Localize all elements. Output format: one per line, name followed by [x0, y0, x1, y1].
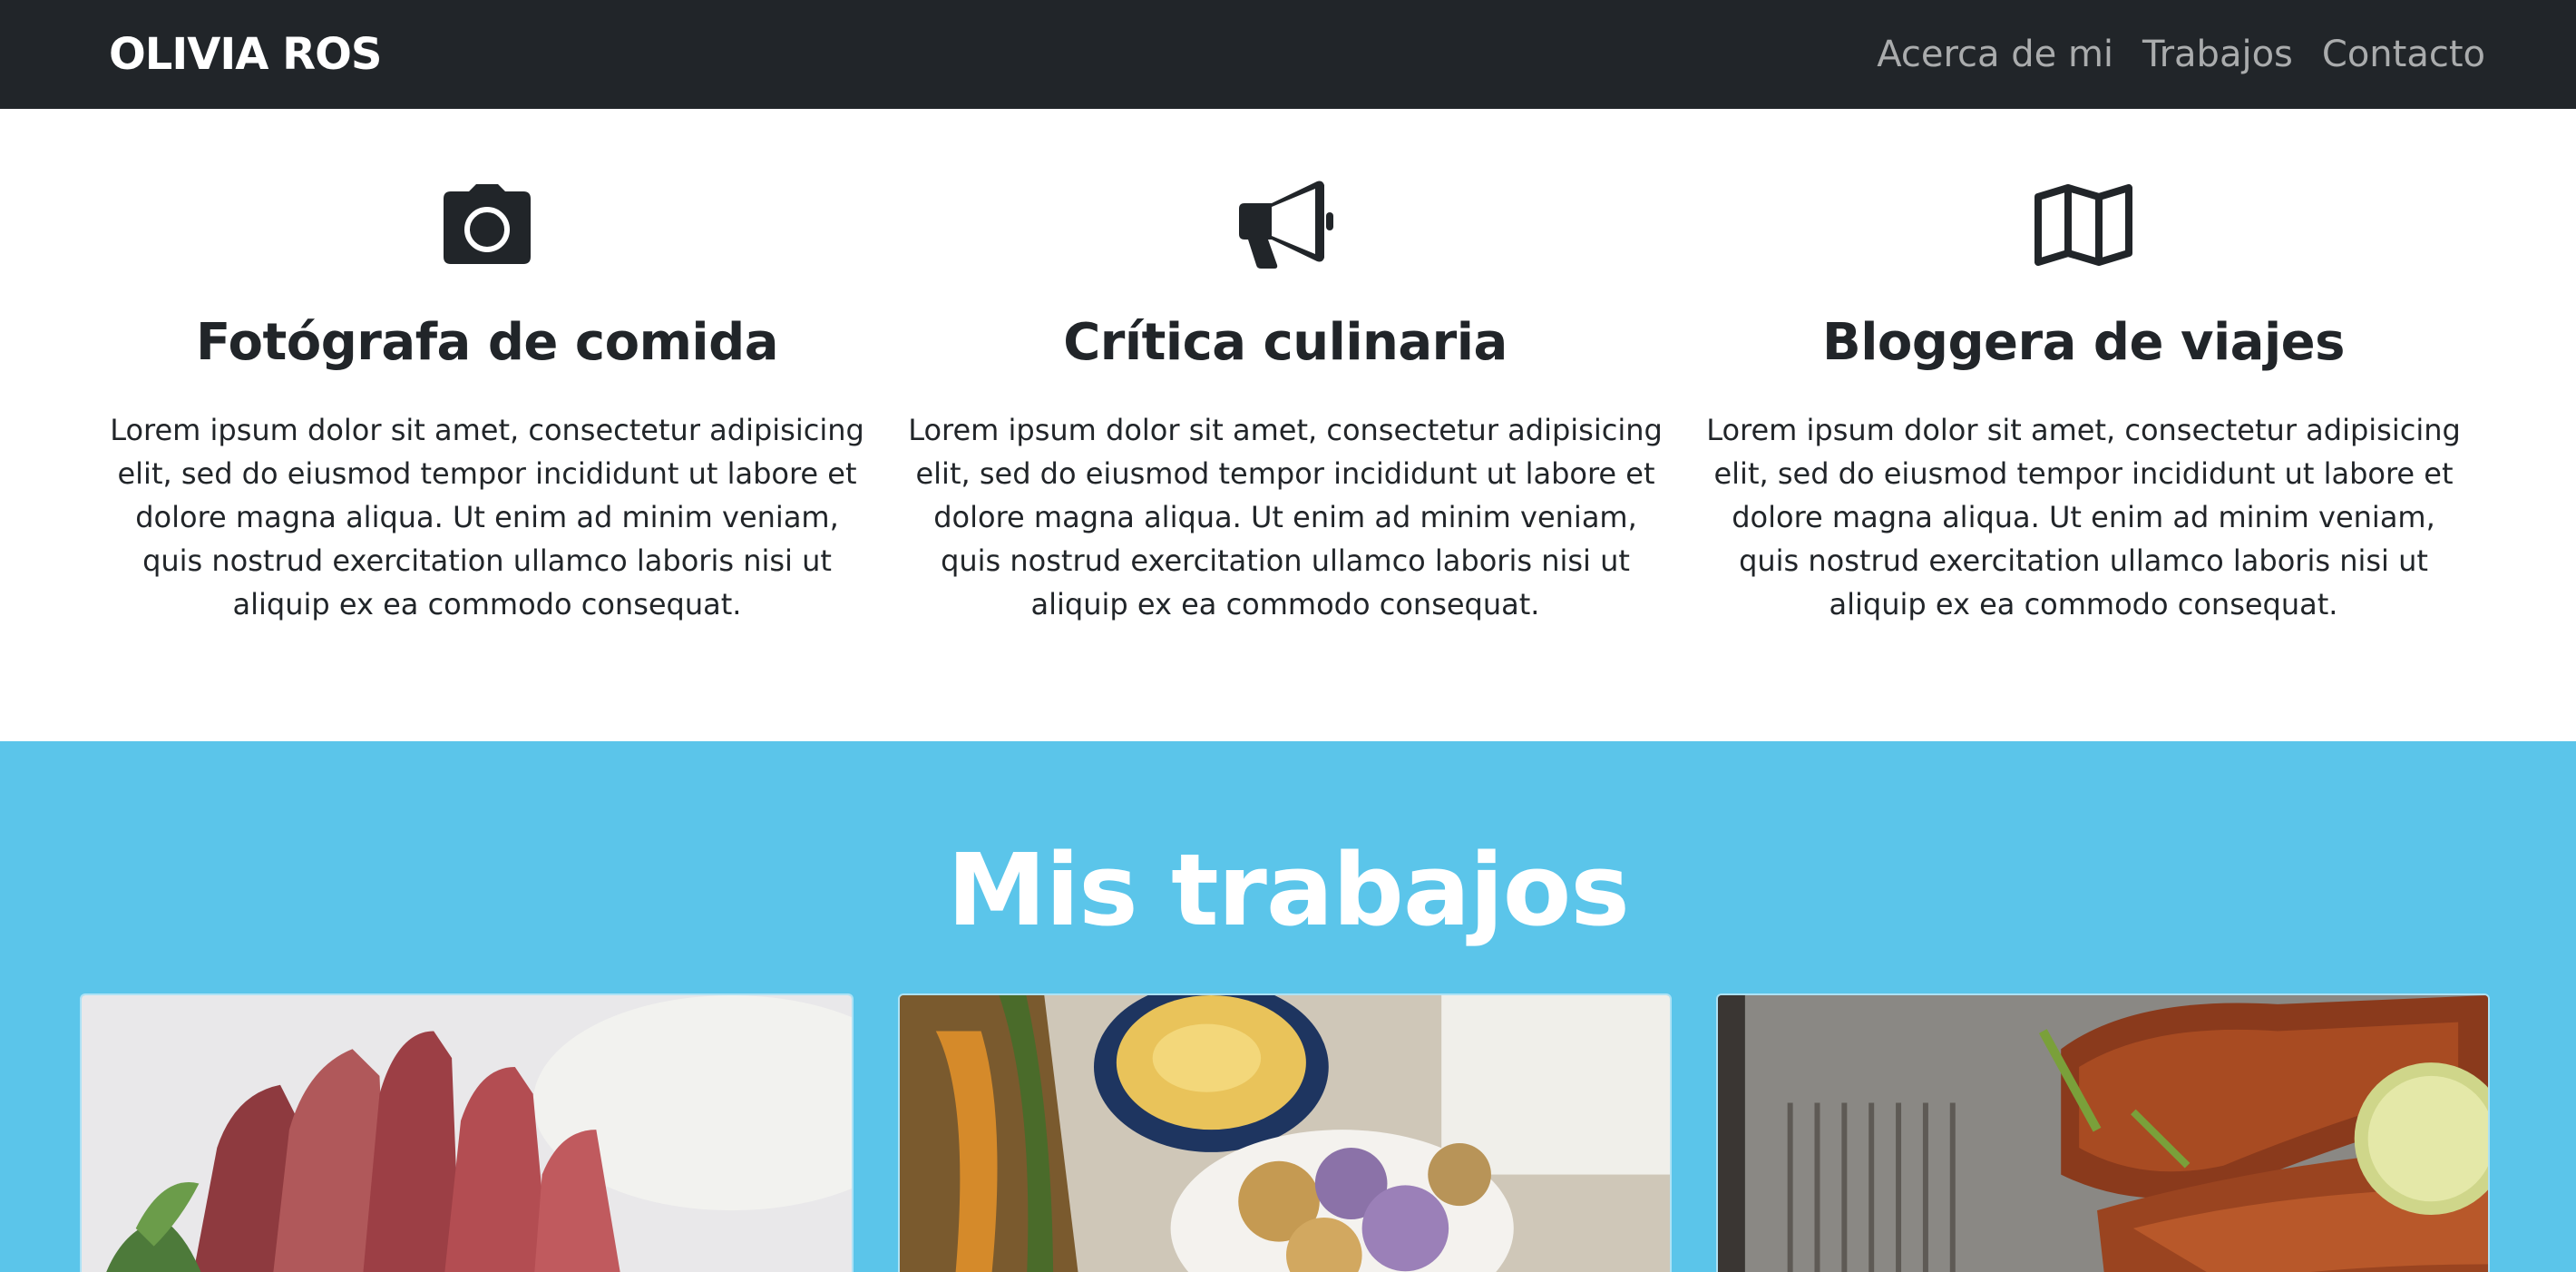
glazed-salmon-photo — [1718, 995, 2488, 1272]
portfolio-card-tuna[interactable] — [80, 993, 854, 1272]
service-title: Crítica culinaria — [1063, 313, 1508, 372]
service-description: Lorem ipsum dolor sit amet, consectetur … — [1706, 413, 2461, 621]
nav-link-trabajos[interactable]: Trabajos — [2142, 34, 2293, 75]
navbar: OLIVIA ROS Acerca de mi Trabajos Contact… — [0, 0, 2576, 109]
vegetables-and-dip-photo — [900, 995, 1670, 1272]
service-title: Bloggera de viajes — [1822, 313, 2345, 372]
service-description: Lorem ipsum dolor sit amet, consectetur … — [110, 413, 864, 621]
camera-icon — [433, 171, 542, 279]
nav-link-acerca[interactable]: Acerca de mi — [1877, 34, 2113, 75]
portfolio-title: Mis trabajos — [947, 832, 1630, 948]
portfolio-section: Mis trabajos — [0, 741, 2576, 1272]
portfolio-card-vegetables[interactable] — [898, 993, 1672, 1272]
service-description: Lorem ipsum dolor sit amet, consectetur … — [908, 413, 1663, 621]
services-section: Fotógrafa de comida Lorem ipsum dolor si… — [0, 109, 2576, 741]
nav-link-contacto[interactable]: Contacto — [2322, 34, 2485, 75]
nav-links: Acerca de mi Trabajos Contacto — [1877, 34, 2485, 75]
megaphone-icon — [1231, 171, 1340, 279]
service-title: Fotógrafa de comida — [196, 313, 779, 372]
map-icon — [2029, 171, 2138, 279]
brand-logo[interactable]: OLIVIA ROS — [109, 29, 382, 80]
seared-tuna-photo — [82, 995, 852, 1272]
portfolio-card-salmon[interactable] — [1716, 993, 2490, 1272]
